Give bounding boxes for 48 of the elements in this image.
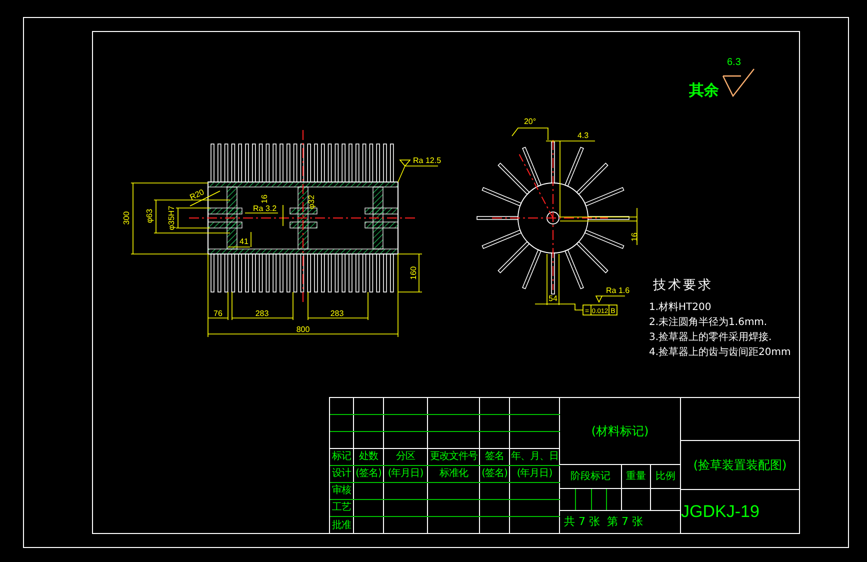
- dimension-label: 20°: [524, 117, 536, 126]
- table-header: 比例: [656, 470, 676, 484]
- requirement-item: 2.未注圆角半径为1.6mm.: [649, 317, 768, 329]
- dimension-label: 76: [214, 309, 222, 318]
- requirements-title: 技术要求: [652, 276, 714, 294]
- dimension-label: Ra 3.2: [253, 204, 277, 213]
- table-cell: 批准: [332, 520, 351, 530]
- dimension-label: R20: [188, 188, 206, 202]
- requirement-item: 4.捡草器上的齿与齿间距20mm: [649, 347, 792, 359]
- dimension-label: φ32: [307, 194, 316, 210]
- roughness-value: 6.3: [726, 58, 741, 68]
- requirement-item: 1.材料HT200: [649, 302, 712, 314]
- drawing-number: JGDKJ-19: [681, 501, 760, 524]
- table-cell: 工艺: [332, 503, 351, 513]
- roughness-label: 其余: [689, 83, 719, 98]
- dimension-label: 41: [240, 237, 248, 246]
- dimension-label: Ra 1.6: [606, 286, 630, 295]
- sheet-count: 共 7 张 第 7 张: [564, 514, 643, 530]
- table-cell: 分区: [396, 452, 415, 462]
- dimension-label: 300: [122, 211, 131, 225]
- dimension-label: Ra 12.5: [413, 156, 442, 165]
- dimension-label: 4.3: [577, 131, 589, 140]
- table-cell: 标记: [332, 452, 351, 462]
- dimension-label: 16: [260, 194, 269, 204]
- drawing-title: (捡草装置装配图): [693, 457, 787, 474]
- table-cell: 签名: [485, 452, 504, 462]
- dimension-label: 283: [330, 309, 344, 318]
- table-cell: 审核: [332, 486, 351, 496]
- dimension-label: φ63: [145, 208, 154, 224]
- table-cell: 更改文件号: [430, 452, 478, 462]
- table-cell: (签名): [356, 469, 382, 479]
- requirement-item: 3.捡草器上的零件采用焊接.: [649, 332, 773, 344]
- dimension-label: 160: [409, 266, 418, 280]
- table-cell: (年月日): [516, 469, 552, 479]
- table-header: 阶段标记: [570, 470, 610, 484]
- table-cell: 年、月、日: [510, 452, 558, 462]
- dimension-label: 800: [296, 325, 310, 334]
- dimension-label: 54: [548, 294, 558, 303]
- table-cell: 设计: [332, 469, 351, 479]
- table-cell: (签名): [482, 469, 508, 479]
- table-cell: 标准化: [439, 469, 468, 479]
- table-cell: 处数: [359, 452, 378, 462]
- table-header: 重量: [626, 470, 646, 484]
- dimension-label: 283: [255, 309, 269, 318]
- material-label: (材料标记): [591, 423, 649, 440]
- dimension-label: φ35H7: [167, 206, 176, 230]
- table-cell: (年月日): [388, 469, 424, 479]
- dimension-label: 16: [630, 232, 639, 242]
